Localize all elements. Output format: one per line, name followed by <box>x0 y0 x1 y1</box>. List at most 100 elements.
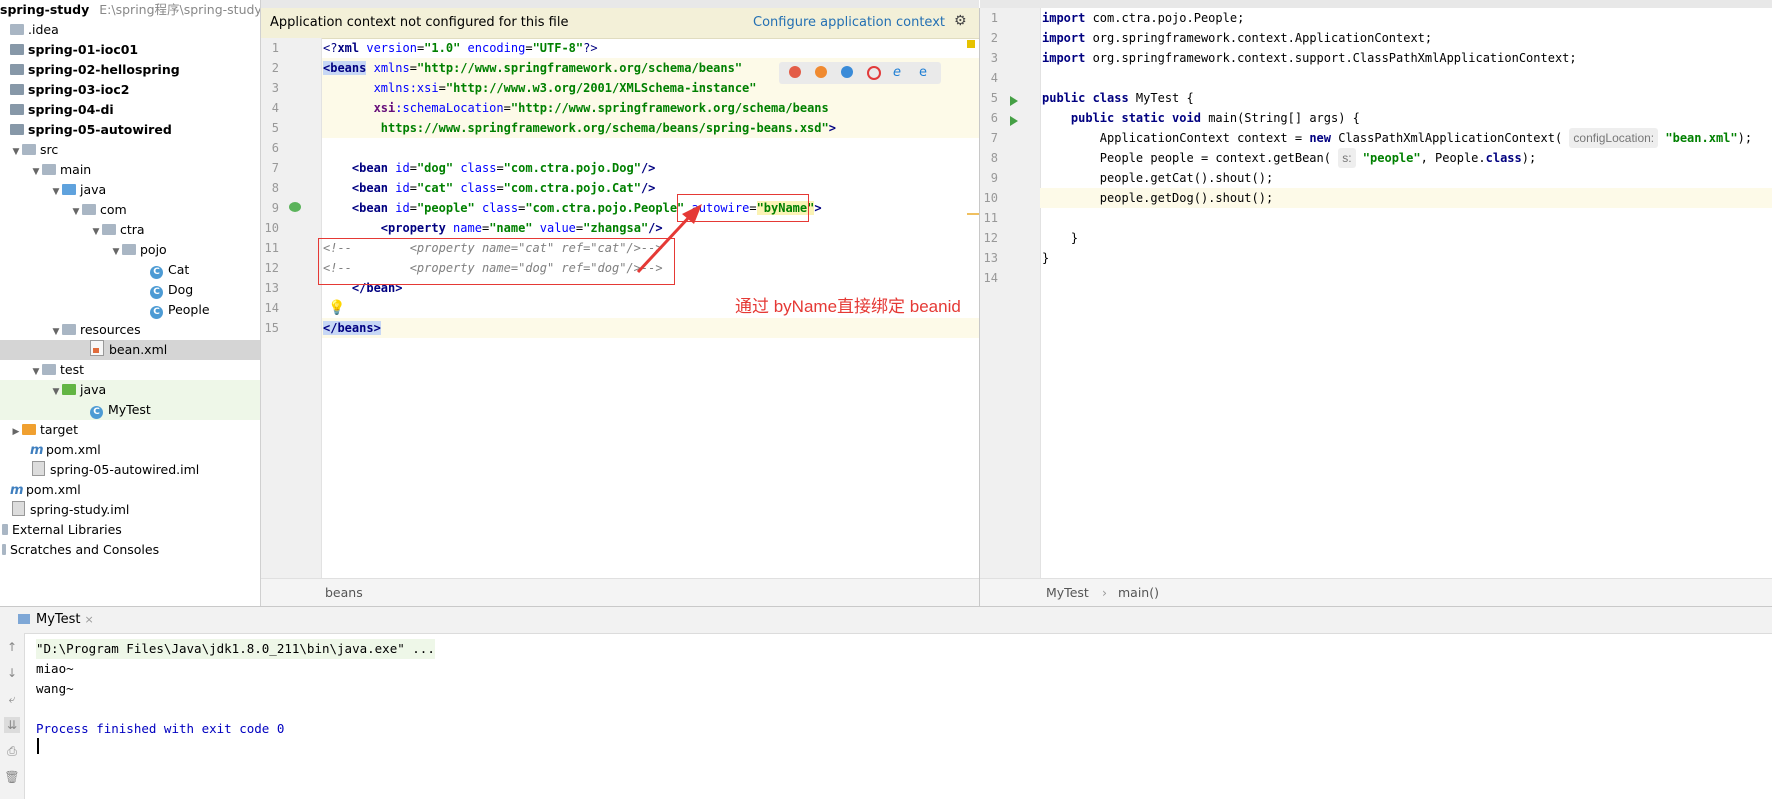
chrome-icon[interactable] <box>789 66 801 78</box>
tree-item-label: bean.xml <box>109 342 168 357</box>
console-line: miao~ <box>36 661 74 676</box>
tree-item-spring-03-ioc2[interactable]: spring-03-ioc2 <box>0 80 260 100</box>
ie-icon[interactable]: e <box>893 65 901 80</box>
line-number: 7 <box>271 161 279 175</box>
tree-item-label: spring-05-autowired.iml <box>50 462 200 477</box>
tree-item-idea[interactable]: .idea <box>0 20 260 40</box>
param-hint: s: <box>1338 148 1356 168</box>
tree-item-label: spring-01-ioc01 <box>28 42 139 57</box>
print-icon[interactable]: ⎙ <box>4 743 20 759</box>
tree-item-spring-01-ioc01[interactable]: spring-01-ioc01 <box>0 40 260 60</box>
chevron-down-icon[interactable]: ▼ <box>50 382 62 402</box>
tree-item-target[interactable]: ▶ target <box>0 420 260 440</box>
tree-item-label: spring-05-autowired <box>28 122 172 137</box>
tree-item-test[interactable]: ▼ test <box>0 360 260 380</box>
gear-icon[interactable]: ⚙ <box>954 14 968 28</box>
safari-icon[interactable] <box>841 66 853 78</box>
chevron-down-icon[interactable]: ▼ <box>50 182 62 202</box>
tree-item-pom-xml-module[interactable]: m pom.xml <box>0 440 260 460</box>
java-breadcrumb[interactable]: MyTest › main() <box>980 578 1772 607</box>
line-number: 15 <box>264 321 279 335</box>
class-icon: C <box>150 286 163 299</box>
scroll-to-end-icon[interactable]: ⇊ <box>4 717 20 733</box>
run-tool-window: MyTest × ↑ ↓ ⤶ ⇊ ⎙ 🗑 "D:\Program Files\Ja… <box>0 606 1772 799</box>
tree-item-label: ctra <box>120 222 145 237</box>
chevron-down-icon[interactable]: ▼ <box>70 202 82 222</box>
edge-icon[interactable]: e <box>919 65 927 80</box>
line-number: 14 <box>264 301 279 315</box>
arrow-up-icon[interactable]: ↑ <box>4 639 20 655</box>
breadcrumb-beans[interactable]: beans <box>325 585 363 600</box>
chevron-down-icon[interactable]: ▼ <box>10 142 22 162</box>
tree-item-label: resources <box>80 322 141 337</box>
tree-item-cat[interactable]: C Cat <box>0 260 260 280</box>
tree-item-label: main <box>60 162 92 177</box>
tree-item-module-iml[interactable]: spring-05-autowired.iml <box>0 460 260 480</box>
tree-item-pom-xml-root[interactable]: m pom.xml <box>0 480 260 500</box>
tree-item-pojo[interactable]: ▼ pojo <box>0 240 260 260</box>
tree-item-ctra[interactable]: ▼ ctra <box>0 220 260 240</box>
annotation-arrow <box>636 204 702 274</box>
xml-breadcrumb[interactable]: beans <box>261 578 979 607</box>
param-hint: configLocation: <box>1569 128 1659 148</box>
tree-item-src[interactable]: ▼ src <box>0 140 260 160</box>
class-icon: C <box>90 406 103 419</box>
scratches-icon <box>2 544 6 555</box>
close-icon[interactable]: × <box>85 613 94 626</box>
tree-item-main[interactable]: ▼ main <box>0 160 260 180</box>
source-folder-icon <box>62 184 76 195</box>
tree-item-java-main[interactable]: ▼ java <box>0 180 260 200</box>
firefox-icon[interactable] <box>815 66 827 78</box>
module-icon <box>10 64 24 75</box>
iml-file-icon <box>32 461 45 476</box>
soft-wrap-icon[interactable]: ⤶ <box>4 691 20 707</box>
breadcrumb-method[interactable]: main() <box>1118 585 1159 600</box>
line-number: 11 <box>264 241 279 255</box>
opera-icon[interactable] <box>867 66 881 80</box>
tree-item-label: test <box>60 362 85 377</box>
trash-icon[interactable]: 🗑 <box>4 769 20 785</box>
lightbulb-icon[interactable]: 💡 <box>328 300 345 316</box>
line-number: 8 <box>271 181 279 195</box>
tree-item-spring-04-di[interactable]: spring-04-di <box>0 100 260 120</box>
tree-item-root-iml[interactable]: spring-study.iml <box>0 500 260 520</box>
annotation-box-comment <box>318 238 675 285</box>
chevron-down-icon[interactable]: ▼ <box>50 322 62 342</box>
chevron-down-icon[interactable]: ▼ <box>30 162 42 182</box>
class-icon: C <box>150 266 163 279</box>
run-class-icon[interactable] <box>1010 96 1018 106</box>
run-main-icon[interactable] <box>1010 116 1018 126</box>
line-number: 5 <box>990 91 998 105</box>
tree-item-scratches[interactable]: Scratches and Consoles <box>0 540 260 560</box>
tree-item-label: java <box>80 382 107 397</box>
tree-item-mytest[interactable]: C MyTest <box>0 400 260 420</box>
chevron-down-icon[interactable]: ▼ <box>30 362 42 382</box>
tree-item-external-libraries[interactable]: External Libraries <box>0 520 260 540</box>
chevron-down-icon[interactable]: ▼ <box>110 242 122 262</box>
module-icon <box>10 104 24 115</box>
line-number: 13 <box>983 251 998 265</box>
run-tab-mytest[interactable]: MyTest × <box>18 607 104 633</box>
tree-item-bean-xml[interactable]: bean.xml <box>0 340 260 360</box>
tree-item-spring-02-hellospring[interactable]: spring-02-hellospring <box>0 60 260 80</box>
configure-context-link[interactable]: Configure application context <box>753 15 945 30</box>
tree-item-people[interactable]: C People <box>0 300 260 320</box>
line-number: 7 <box>990 131 998 145</box>
line-number: 4 <box>271 101 279 115</box>
arrow-down-icon[interactable]: ↓ <box>4 665 20 681</box>
chevron-right-icon[interactable]: ▶ <box>10 422 22 442</box>
java-editor[interactable]: 1 2 3 4 5 6 7 8 9 10 11 12 13 14 import com.ctra.pojo… <box>980 8 1772 607</box>
chevron-down-icon[interactable]: ▼ <box>90 222 102 242</box>
tree-item-resources[interactable]: ▼ resources <box>0 320 260 340</box>
tree-item-java-test[interactable]: ▼ java <box>0 380 260 400</box>
bean-gutter-icon[interactable] <box>289 202 301 212</box>
annotation-text: 通过 byName直接绑定 beanid <box>735 297 961 316</box>
tree-item-com[interactable]: ▼ com <box>0 200 260 220</box>
tree-item-dog[interactable]: C Dog <box>0 280 260 300</box>
breadcrumb-class[interactable]: MyTest <box>1046 585 1089 600</box>
tree-item-label: spring-03-ioc2 <box>28 82 130 97</box>
tree-item-spring-05-autowired[interactable]: spring-05-autowired <box>0 120 260 140</box>
run-config-icon <box>18 614 30 624</box>
tree-item-spring-study[interactable]: spring-study E:\spring程序\spring-study <box>0 0 260 20</box>
line-number: 1 <box>990 11 998 25</box>
